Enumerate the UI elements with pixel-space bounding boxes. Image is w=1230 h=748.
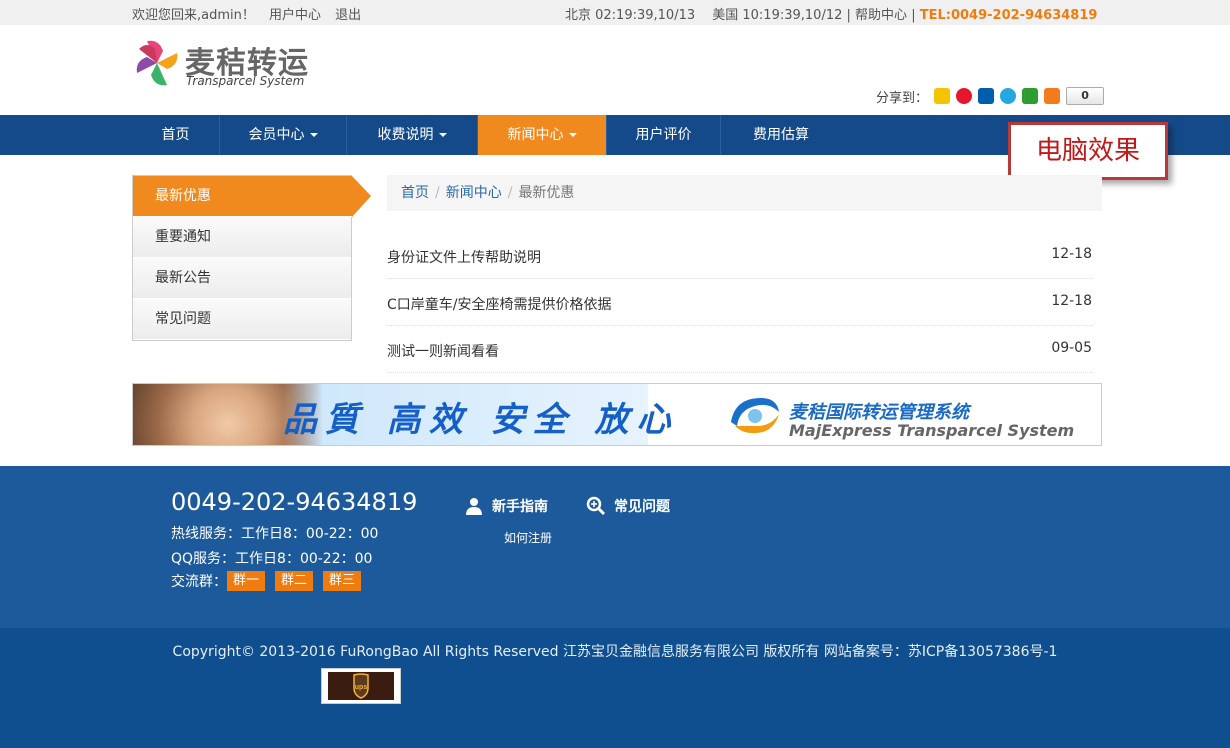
time-info: 北京 02:19:39,10/13 美国 10:19:39,10/12	[565, 8, 843, 23]
group-1-button[interactable]: 群一	[227, 571, 265, 591]
nav-item-cost-estimate[interactable]: 费用估算	[721, 115, 841, 155]
news-list: 身份证文件上传帮助说明 12-18 C口岸童车/安全座椅需提供价格依据 12-1…	[387, 232, 1092, 373]
group-3-button[interactable]: 群三	[323, 571, 361, 591]
news-date: 12-18	[1051, 246, 1092, 262]
caret-down-icon	[568, 133, 577, 137]
group-2-button[interactable]: 群二	[275, 571, 313, 591]
logo[interactable]: 麦秸转运 Transparcel System	[133, 37, 313, 93]
sidebar-item-notices[interactable]: 重要通知	[133, 217, 351, 258]
caret-down-icon	[309, 133, 318, 137]
nav-item-label: 首页	[161, 127, 190, 143]
footer-contact: 0049-202-94634819 热线服务：工作日8：00-22：00 QQ服…	[0, 466, 1230, 628]
footer-qq: QQ服务：工作日8：00-22：00	[171, 551, 373, 567]
share-label: 分享到：	[876, 90, 929, 106]
tel-number: TEL:0049-202-94634819	[919, 8, 1098, 23]
nav-item-label: 费用估算	[753, 127, 809, 143]
footer-phone: 0049-202-94634819	[171, 488, 418, 516]
list-item[interactable]: 测试一则新闻看看 09-05	[387, 326, 1092, 373]
footer-groups: 交流群： 群一 群二 群三	[171, 571, 361, 591]
nav-item-home[interactable]: 首页	[132, 115, 220, 155]
top-bar-right: 北京 02:19:39,10/13 美国 10:19:39,10/12 | 帮助…	[565, 4, 1097, 23]
logo-text-en: Transparcel System	[186, 74, 305, 88]
logo-pinwheel-icon	[136, 40, 178, 86]
nav-item-label: 用户评价	[635, 127, 692, 143]
breadcrumb-current: 最新优惠	[518, 185, 575, 201]
search-icon	[586, 496, 606, 516]
separator: |	[846, 8, 851, 23]
breadcrumb-separator: /	[507, 185, 513, 201]
nav-item-fees[interactable]: 收费说明	[347, 115, 478, 155]
help-center-link[interactable]: 帮助中心	[855, 8, 907, 23]
top-bar-left: 欢迎您回来,admin！ 用户中心 退出	[132, 4, 371, 23]
sidebar-item-latest-offers[interactable]: 最新优惠	[133, 176, 371, 217]
nav-item-member-center[interactable]: 会员中心	[220, 115, 347, 155]
top-bar: 欢迎您回来,admin！ 用户中心 退出 北京 02:19:39,10/13 美…	[0, 0, 1230, 25]
breadcrumb: 首页 / 新闻中心 / 最新优惠	[387, 175, 1102, 211]
footer-bottom: Copyright© 2013-2016 FuRongBao All Right…	[0, 628, 1230, 748]
ups-shield-icon: ups	[353, 673, 369, 699]
list-item[interactable]: C口岸童车/安全座椅需提供价格依据 12-18	[387, 279, 1092, 326]
user-icon	[466, 498, 482, 515]
copyright-text: Copyright© 2013-2016 FuRongBao All Right…	[172, 644, 1058, 660]
groups-label: 交流群：	[171, 574, 227, 590]
list-item[interactable]: 身份证文件上传帮助说明 12-18	[387, 232, 1092, 279]
footer-faq-label: 常见问题	[614, 499, 670, 515]
sidebar: 最新优惠 重要通知 最新公告 常见问题	[132, 175, 371, 341]
nav-item-news-center[interactable]: 新闻中心	[478, 115, 607, 155]
header: 麦秸转运 Transparcel System 分享到： 0	[0, 25, 1230, 115]
welcome-text: 欢迎您回来,admin！	[132, 8, 255, 23]
breadcrumb-home[interactable]: 首页	[401, 185, 429, 201]
sidebar-item-announcements[interactable]: 最新公告	[133, 258, 351, 299]
caret-down-icon	[438, 133, 447, 137]
share-count: 0	[1066, 87, 1105, 105]
nav-item-label: 新闻中心	[507, 127, 564, 143]
news-title[interactable]: 身份证文件上传帮助说明	[387, 247, 541, 267]
news-date: 12-18	[1051, 293, 1092, 309]
user-center-link[interactable]: 用户中心	[269, 8, 321, 23]
renren-share-icon[interactable]	[978, 88, 995, 104]
promo-banner[interactable]: 品質 高效 安全 放心 麦秸国际转运管理系统 MajExpress Transp…	[132, 383, 1102, 446]
share-bar: 分享到： 0	[876, 87, 1105, 106]
weibo-share-icon[interactable]	[956, 88, 973, 104]
sidebar-item-faq[interactable]: 常见问题	[133, 299, 351, 340]
pc-effect-badge: 电脑效果	[1008, 122, 1168, 180]
nav-item-reviews[interactable]: 用户评价	[607, 115, 721, 155]
how-to-register-link[interactable]: 如何注册	[504, 529, 552, 546]
separator: |	[911, 8, 916, 23]
footer-guide-label: 新手指南	[492, 499, 548, 515]
nav-item-label: 收费说明	[377, 127, 434, 143]
tencent-weibo-share-icon[interactable]	[1000, 88, 1017, 104]
nav-item-label: 会员中心	[248, 127, 305, 143]
news-title[interactable]: 测试一则新闻看看	[387, 341, 499, 361]
footer-faq[interactable]: 常见问题	[586, 496, 670, 516]
footer-hotline: 热线服务：工作日8：00-22：00	[171, 526, 379, 542]
brand-swirl-icon	[731, 398, 779, 434]
banner-slogan: 品質 高效 安全 放心	[283, 400, 679, 440]
qzone-share-icon[interactable]	[934, 88, 951, 104]
logout-link[interactable]: 退出	[335, 8, 361, 23]
news-title[interactable]: C口岸童车/安全座椅需提供价格依据	[387, 294, 612, 314]
ups-logo: ups	[321, 668, 401, 704]
douban-share-icon[interactable]	[1022, 88, 1039, 104]
svg-text:ups: ups	[355, 684, 368, 691]
breadcrumb-news-center[interactable]: 新闻中心	[446, 185, 502, 201]
banner-brand-en: MajExpress Transparcel System	[789, 421, 1075, 440]
ups-logo-bg: ups	[328, 672, 394, 700]
footer-guide[interactable]: 新手指南	[465, 496, 548, 516]
news-date: 09-05	[1051, 340, 1092, 356]
more-share-icon[interactable]	[1044, 88, 1061, 104]
breadcrumb-separator: /	[435, 185, 440, 201]
